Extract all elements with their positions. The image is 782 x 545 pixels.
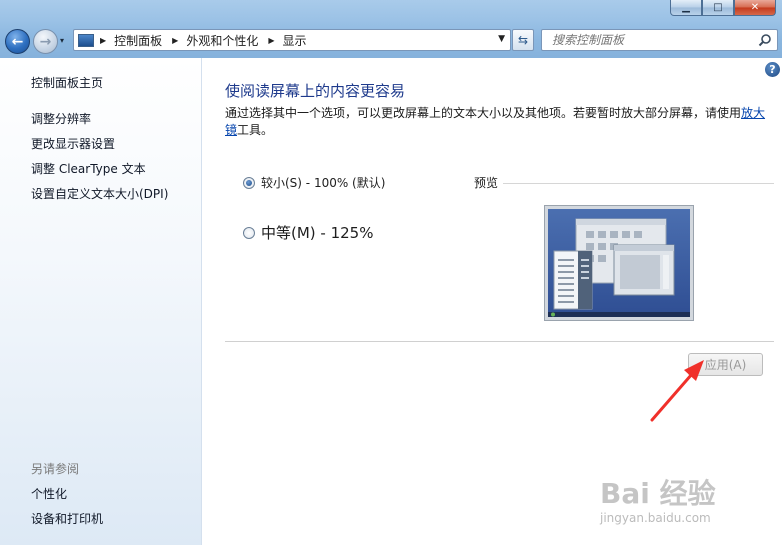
breadcrumb-separator-icon[interactable]: ▶ [172, 36, 178, 45]
search-input[interactable] [552, 33, 752, 47]
search-box[interactable] [541, 29, 778, 51]
forward-arrow-icon: → [39, 33, 52, 50]
baidu-watermark: Bai 经验 jingyan.baidu.com [590, 470, 780, 540]
breadcrumb-control-panel[interactable]: 控制面板 [114, 32, 162, 49]
breadcrumb-appearance[interactable]: 外观和个性化 [186, 32, 258, 49]
option-medium[interactable]: 中等(M) - 125% [243, 222, 373, 243]
breadcrumb-separator-icon[interactable]: ▶ [268, 36, 274, 45]
radio-smaller[interactable] [243, 176, 255, 189]
control-panel-icon [78, 33, 94, 47]
address-bar[interactable]: ▶ 控制面板 ▶ 外观和个性化 ▶ 显示 ▼ [73, 29, 511, 51]
radio-medium[interactable] [243, 226, 255, 239]
watermark-brand: Bai 经验 [600, 477, 716, 510]
description-text-end: 工具。 [237, 123, 274, 137]
back-arrow-icon: ← [11, 33, 24, 50]
preview-divider [503, 183, 774, 184]
apply-button[interactable]: 应用(A) [688, 353, 763, 376]
forward-button[interactable]: → [33, 29, 58, 54]
window-chrome: ▁ □ ✕ ← → ▾ ▶ 控制面板 ▶ 外观和个性化 ▶ 显示 ▼ ⇆ [0, 0, 782, 58]
page-title: 使阅读屏幕上的内容更容易 [225, 82, 406, 100]
sidebar-link-home[interactable]: 控制面板主页 [31, 74, 103, 91]
option-medium-label[interactable]: 中等(M) - 125% [261, 222, 373, 243]
preview-desktop-illustration [548, 218, 690, 317]
sidebar-link-resolution[interactable]: 调整分辨率 [31, 110, 91, 127]
preview-image [544, 205, 694, 321]
sidebar-link-cleartype[interactable]: 调整 ClearType 文本 [31, 160, 146, 177]
close-button[interactable]: ✕ [734, 0, 776, 16]
breadcrumb-separator-icon[interactable]: ▶ [100, 36, 106, 45]
window-controls: ▁ □ ✕ [670, 0, 776, 16]
refresh-button[interactable]: ⇆ [512, 29, 534, 51]
sidebar-link-display-settings[interactable]: 更改显示器设置 [31, 135, 115, 152]
back-button[interactable]: ← [5, 29, 30, 54]
maximize-button[interactable]: □ [702, 0, 734, 16]
option-smaller[interactable]: 较小(S) - 100% (默认) [243, 174, 385, 191]
sidebar-link-custom-dpi[interactable]: 设置自定义文本大小(DPI) [31, 185, 168, 202]
sidebar: 控制面板主页 调整分辨率 更改显示器设置 调整 ClearType 文本 设置自… [0, 58, 202, 545]
sidebar-link-devices-printers[interactable]: 设备和打印机 [31, 510, 103, 527]
breadcrumb-display[interactable]: 显示 [283, 32, 307, 49]
search-icon[interactable] [758, 33, 772, 47]
watermark-url: jingyan.baidu.com [600, 511, 711, 525]
option-smaller-label[interactable]: 较小(S) - 100% (默认) [261, 174, 385, 191]
recent-pages-dropdown[interactable]: ▾ [60, 36, 64, 45]
preview-label: 预览 [474, 176, 499, 190]
description-text: 通过选择其中一个选项，可以更改屏幕上的文本大小以及其他项。若要暂时放大部分屏幕，… [225, 106, 742, 120]
see-also-heading: 另请参阅 [31, 462, 80, 476]
sidebar-link-personalization[interactable]: 个性化 [31, 485, 67, 502]
refresh-icon: ⇆ [517, 33, 529, 47]
address-dropdown-icon[interactable]: ▼ [498, 34, 505, 44]
minimize-button[interactable]: ▁ [670, 0, 702, 16]
content-divider [225, 341, 774, 342]
page-description: 通过选择其中一个选项，可以更改屏幕上的文本大小以及其他项。若要暂时放大部分屏幕，… [225, 105, 770, 139]
help-icon[interactable]: ? [765, 62, 780, 77]
